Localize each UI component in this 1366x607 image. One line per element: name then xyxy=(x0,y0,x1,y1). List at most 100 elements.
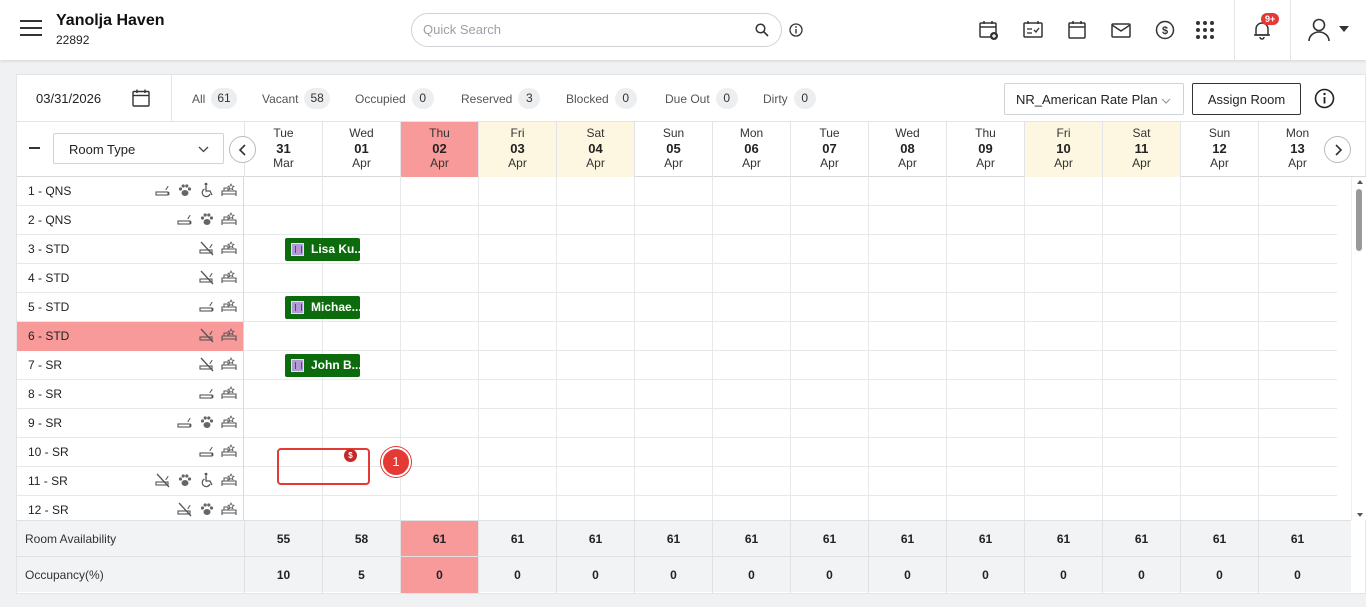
room-label[interactable]: 11 - SR xyxy=(17,467,244,496)
room-label[interactable]: 2 - QNS xyxy=(17,206,244,235)
room-label[interactable]: 12 - SR xyxy=(17,496,244,520)
cell-divider xyxy=(946,293,947,322)
availability-cell: 61 xyxy=(1258,521,1336,557)
stat-dirty[interactable]: Dirty 0 xyxy=(763,88,816,109)
reservation-block[interactable]: Lisa Ku... xyxy=(285,238,360,261)
availability-cell: 61 xyxy=(946,521,1024,557)
cell-divider xyxy=(712,177,713,206)
assign-room-button[interactable]: Assign Room xyxy=(1192,83,1301,115)
reservation-block[interactable]: John B... xyxy=(285,354,360,377)
calendar-icon[interactable] xyxy=(1066,19,1088,41)
day-column-header: Thu 09 Apr xyxy=(946,122,1024,177)
grid-info-icon[interactable] xyxy=(1314,88,1335,112)
checklist-calendar-icon[interactable] xyxy=(1022,19,1044,41)
cell-divider xyxy=(634,293,635,322)
cell-divider xyxy=(712,235,713,264)
search-icon[interactable] xyxy=(755,23,769,40)
rate-plan-select[interactable]: NR_American Rate Plan xyxy=(1004,83,1184,115)
room-label[interactable]: 5 - STD xyxy=(17,293,244,322)
cell-divider xyxy=(556,496,557,520)
day-number: 04 xyxy=(588,141,603,156)
nonsmoking-icon xyxy=(199,240,215,259)
bed-icon xyxy=(221,327,238,346)
smoking-icon xyxy=(199,443,215,462)
apps-grid-icon[interactable] xyxy=(1194,19,1216,41)
room-name: 5 - STD xyxy=(28,300,70,314)
hotel-name: Yanolja Haven xyxy=(56,12,165,29)
chevron-down-icon xyxy=(1161,94,1171,109)
mail-icon[interactable] xyxy=(1110,19,1132,41)
day-number: 31 xyxy=(276,141,291,156)
room-label[interactable]: 4 - STD xyxy=(17,264,244,293)
cell-divider xyxy=(478,177,479,206)
occupancy-cell: 0 xyxy=(868,557,946,593)
stat-occupied[interactable]: Occupied 0 xyxy=(355,88,434,109)
nonsmoking-icon xyxy=(177,501,193,520)
cell-divider xyxy=(712,293,713,322)
day-of-week: Wed xyxy=(895,126,920,140)
room-label[interactable]: 6 - STD xyxy=(17,322,244,351)
cell-divider xyxy=(322,496,323,520)
prev-dates-button[interactable] xyxy=(229,136,256,163)
cell-divider xyxy=(322,322,323,351)
day-column-header: Wed 01 Apr xyxy=(322,122,400,177)
stat-reserved[interactable]: Reserved 3 xyxy=(461,88,541,109)
day-of-week: Fri xyxy=(510,126,525,140)
room-row: 3 - STD xyxy=(17,235,1337,264)
date-picker-icon[interactable] xyxy=(131,88,151,111)
stat-vacant[interactable]: Vacant 58 xyxy=(262,88,330,109)
filter-bar: 03/31/2026 All 61 Vacant 58 Occupied 0 Rese… xyxy=(17,75,1366,122)
new-reservation-icon[interactable] xyxy=(978,19,1000,41)
stat-label: Due Out xyxy=(665,91,710,106)
day-of-week: Sat xyxy=(1132,126,1151,140)
collapse-icon[interactable] xyxy=(29,147,40,149)
room-name: 12 - SR xyxy=(28,503,69,517)
room-label[interactable]: 8 - SR xyxy=(17,380,244,409)
scroll-down-icon[interactable] xyxy=(1357,513,1363,517)
cell-divider xyxy=(478,206,479,235)
scroll-thumb[interactable] xyxy=(1356,189,1362,251)
cell-divider xyxy=(556,380,557,409)
reservation-block[interactable]: Michae... xyxy=(285,296,360,319)
next-dates-button[interactable] xyxy=(1324,136,1351,163)
day-column-header: Tue 07 Apr xyxy=(790,122,868,177)
availability-cell: 61 xyxy=(556,521,634,557)
cell-divider xyxy=(1024,264,1025,293)
cell-divider xyxy=(556,409,557,438)
chevron-left-icon xyxy=(238,144,246,156)
stat-due-out[interactable]: Due Out 0 xyxy=(665,88,738,109)
search-input[interactable] xyxy=(423,22,743,37)
vertical-scrollbar[interactable] xyxy=(1351,177,1366,520)
pet-icon xyxy=(199,211,215,230)
search-info-icon[interactable] xyxy=(789,23,803,40)
room-type-select[interactable]: Room Type xyxy=(53,133,224,164)
cell-divider xyxy=(1258,293,1259,322)
wheelchair-icon xyxy=(199,182,215,201)
user-avatar-icon[interactable] xyxy=(1306,17,1332,43)
cell-divider xyxy=(400,322,401,351)
day-month: Apr xyxy=(976,156,995,170)
scroll-up-icon[interactable] xyxy=(1357,180,1363,184)
day-number: 09 xyxy=(978,141,993,156)
room-row: 4 - STD xyxy=(17,264,1337,293)
stat-all[interactable]: All 61 xyxy=(192,88,237,109)
occupancy-row: Occupancy(%) 10 5 0 0 0 0 0 0 0 0 0 0 0 0 xyxy=(17,556,1351,593)
menu-icon[interactable] xyxy=(20,20,42,38)
current-date[interactable]: 03/31/2026 xyxy=(36,91,101,106)
cell-divider xyxy=(1102,438,1103,467)
room-label[interactable]: 7 - SR xyxy=(17,351,244,380)
cell-divider xyxy=(400,293,401,322)
room-label[interactable]: 10 - SR xyxy=(17,438,244,467)
room-label[interactable]: 3 - STD xyxy=(17,235,244,264)
dollar-icon[interactable]: $ xyxy=(1154,19,1176,41)
cell-divider xyxy=(1102,496,1103,520)
room-name: 3 - STD xyxy=(28,242,70,256)
room-label[interactable]: 1 - QNS xyxy=(17,177,244,206)
stat-blocked[interactable]: Blocked 0 xyxy=(566,88,637,109)
cell-divider xyxy=(1180,235,1181,264)
user-menu-caret-icon[interactable] xyxy=(1339,26,1349,32)
room-row: 7 - SR xyxy=(17,351,1337,380)
cell-divider xyxy=(790,380,791,409)
room-row: 1 - QNS xyxy=(17,177,1337,206)
room-label[interactable]: 9 - SR xyxy=(17,409,244,438)
